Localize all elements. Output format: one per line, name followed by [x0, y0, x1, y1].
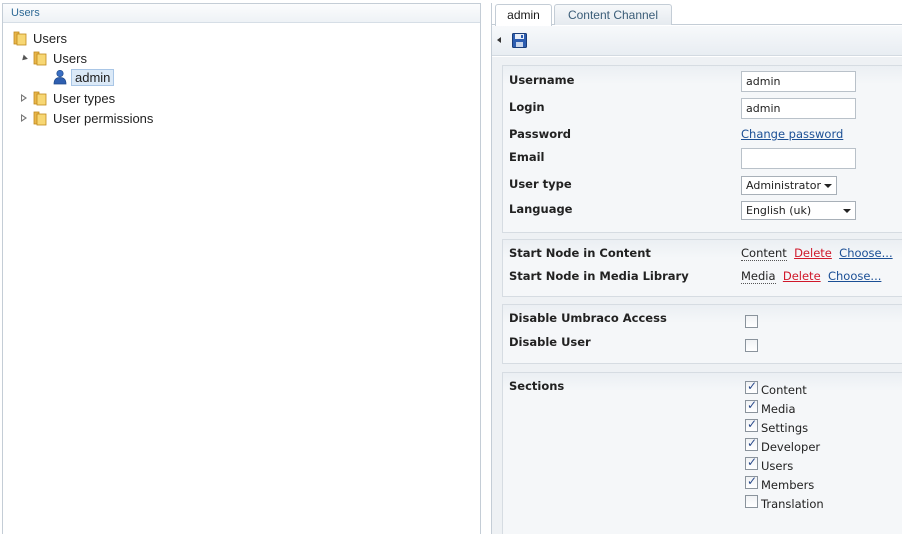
- start-node-content-controls: Content Delete Choose...: [741, 246, 893, 261]
- folder-icon: [33, 91, 47, 106]
- section-content-checkbox[interactable]: [745, 379, 758, 394]
- section-developer-label: Developer: [761, 440, 821, 454]
- user-icon: [53, 69, 67, 85]
- start-node-media-value: Media: [741, 269, 776, 284]
- section-translation-label: Translation: [761, 497, 824, 511]
- tree-node-label: User types: [53, 90, 116, 106]
- section-content-label: Content: [761, 383, 807, 397]
- start-nodes-box: Start Node in Content Content Delete Cho…: [502, 239, 902, 297]
- collapsed-arrow-icon[interactable]: [19, 113, 29, 123]
- folder-icon: [33, 111, 47, 126]
- tree-node-users-root[interactable]: Users: [13, 29, 67, 47]
- language-select[interactable]: English (uk): [741, 201, 856, 220]
- language-label: Language: [509, 202, 573, 216]
- disable-user-label: Disable User: [509, 335, 591, 349]
- users-tree-panel: Users Users Users admin User types User …: [2, 3, 481, 534]
- disable-umbraco-access-label: Disable Umbraco Access: [509, 311, 667, 325]
- left-arrow-icon[interactable]: [497, 37, 501, 43]
- save-icon[interactable]: [512, 33, 527, 48]
- tree-node-users-folder[interactable]: Users: [19, 49, 87, 67]
- section-members-label: Members: [761, 478, 815, 492]
- tree-node-label: User permissions: [53, 110, 154, 126]
- access-box: Disable Umbraco Access Disable User: [502, 304, 902, 364]
- editor-toolbar: [492, 26, 902, 56]
- section-settings-checkbox[interactable]: [745, 417, 758, 432]
- start-node-media-label: Start Node in Media Library: [509, 269, 689, 283]
- section-developer-checkbox[interactable]: [745, 436, 758, 451]
- login-label: Login: [509, 100, 545, 114]
- username-label: Username: [509, 73, 575, 87]
- tree-node-label: Users: [53, 50, 87, 66]
- change-password-link[interactable]: Change password: [741, 127, 843, 141]
- username-input[interactable]: [741, 71, 856, 92]
- tab-content-channel[interactable]: Content Channel: [554, 4, 672, 25]
- user-type-selected-value: Administrator: [746, 179, 821, 192]
- tree-node-user-types[interactable]: User types: [19, 89, 115, 107]
- login-input[interactable]: [741, 98, 856, 119]
- section-users-checkbox[interactable]: [745, 455, 758, 470]
- start-node-content-choose-link[interactable]: Choose...: [839, 246, 892, 260]
- section-media-label: Media: [761, 402, 796, 416]
- section-users-label: Users: [761, 459, 794, 473]
- tab-admin[interactable]: admin: [495, 4, 552, 26]
- start-node-media-delete-link[interactable]: Delete: [783, 269, 821, 283]
- tree-node-label: Users: [33, 30, 67, 46]
- disable-user-checkbox[interactable]: [745, 339, 758, 352]
- user-type-select[interactable]: Administrator: [741, 176, 837, 195]
- start-node-media-controls: Media Delete Choose...: [741, 269, 881, 284]
- sections-box: Sections Content Media Settings Develope…: [502, 372, 902, 534]
- user-details-box: Username Login Password Change password …: [502, 65, 902, 233]
- user-editor-panel: admin Content Channel Username Login Pas…: [491, 3, 902, 534]
- folder-icon: [13, 31, 27, 46]
- tree-node-label-selected: admin: [71, 68, 115, 86]
- start-node-content-delete-link[interactable]: Delete: [794, 246, 832, 260]
- email-input[interactable]: [741, 148, 856, 169]
- folder-icon: [33, 51, 47, 66]
- start-node-media-choose-link[interactable]: Choose...: [828, 269, 881, 283]
- panel-title: Users: [3, 4, 480, 23]
- editor-content: Username Login Password Change password …: [492, 57, 902, 534]
- section-translation-checkbox[interactable]: [745, 495, 758, 508]
- start-node-content-value: Content: [741, 246, 787, 261]
- tab-bar: admin Content Channel: [492, 3, 902, 26]
- section-media-checkbox[interactable]: [745, 398, 758, 413]
- password-label: Password: [509, 127, 571, 141]
- user-type-label: User type: [509, 177, 572, 191]
- expanded-arrow-icon[interactable]: [19, 53, 29, 63]
- section-members-checkbox[interactable]: [745, 474, 758, 489]
- tree-node-admin[interactable]: admin: [53, 68, 115, 86]
- chevron-down-icon: [824, 184, 832, 188]
- start-node-content-label: Start Node in Content: [509, 246, 651, 260]
- collapsed-arrow-icon[interactable]: [19, 93, 29, 103]
- language-selected-value: English (uk): [746, 204, 812, 217]
- sections-label: Sections: [509, 379, 565, 393]
- chevron-down-icon: [843, 209, 851, 213]
- email-label: Email: [509, 150, 545, 164]
- disable-umbraco-access-checkbox[interactable]: [745, 315, 758, 328]
- tree-node-user-permissions[interactable]: User permissions: [19, 109, 153, 127]
- section-settings-label: Settings: [761, 421, 809, 435]
